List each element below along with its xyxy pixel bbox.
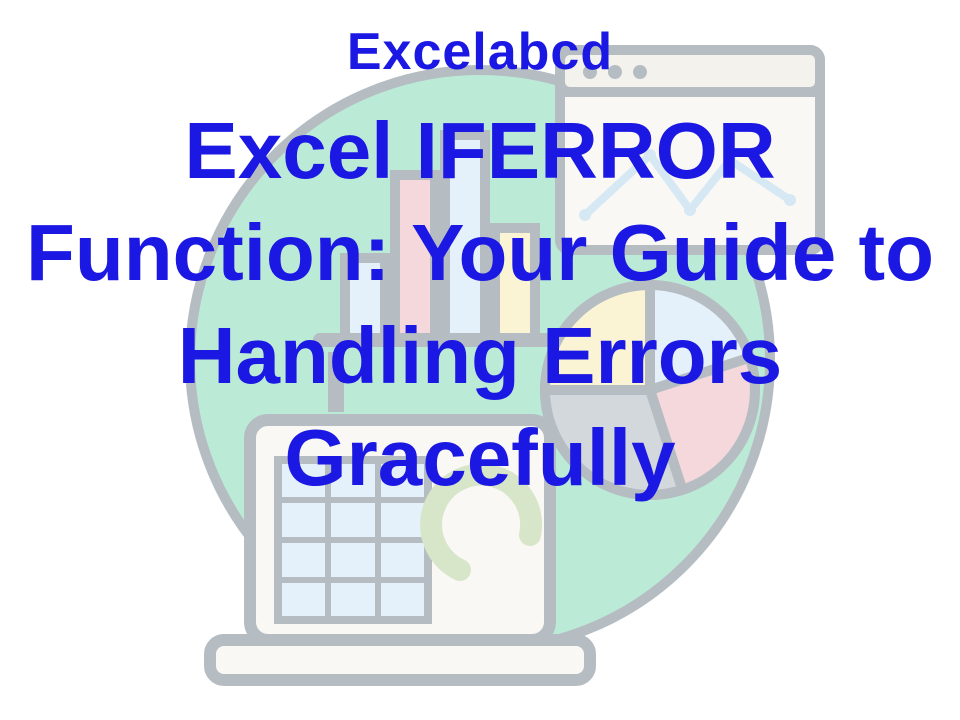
text-layer: Excelabcd Excel IFERROR Function: Your G… [0, 0, 960, 720]
brand-heading: Excelabcd [347, 22, 613, 82]
main-title: Excel IFERROR Function: Your Guide to Ha… [0, 100, 960, 510]
